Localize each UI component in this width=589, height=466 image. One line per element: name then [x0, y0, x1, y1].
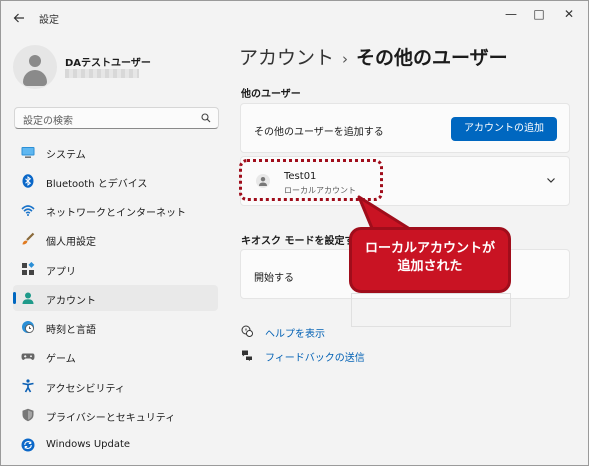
add-user-card: その他のユーザーを追加する アカウントの追加 [240, 103, 570, 153]
sidebar-item-apps[interactable]: アプリ [13, 256, 218, 282]
sidebar-item-accessibility[interactable]: アクセシビリティ [13, 373, 218, 399]
bluetooth-icon [22, 174, 34, 188]
avatar-body [23, 70, 47, 86]
sidebar-item-label: アクセシビリティ [46, 384, 125, 395]
sidebar-item-label: システム [46, 150, 86, 161]
callout-line-1: ローカルアカウントが [364, 241, 495, 256]
user-name: DAテストユーザー [65, 58, 151, 69]
back-button[interactable] [9, 9, 29, 27]
sidebar-item-system[interactable]: システム [13, 139, 218, 165]
sidebar-item-label: Bluetooth とデバイス [46, 179, 148, 190]
chevron-down-icon[interactable] [546, 175, 556, 185]
apps-icon [22, 262, 35, 275]
sidebar-item-label: アプリ [46, 267, 76, 278]
sidebar-item-network[interactable]: ネットワークとインターネット [13, 197, 218, 223]
search-placeholder: 設定の検索 [23, 116, 73, 127]
clock-globe-icon [22, 321, 34, 333]
sidebar-item-personalization[interactable]: 個人用設定 [13, 226, 218, 252]
brush-icon [22, 232, 35, 245]
feedback-icon [242, 350, 252, 361]
breadcrumb: アカウント › その他のユーザー [239, 43, 508, 70]
annotation-highlight-box [239, 159, 383, 201]
title-bar: 設定 — □ ✕ [1, 1, 588, 35]
callout-line-2: 追加された [397, 259, 463, 274]
sidebar-item-bluetooth[interactable]: Bluetooth とデバイス [13, 168, 218, 194]
sidebar-item-time-language[interactable]: 時刻と言語 [13, 314, 218, 340]
sidebar-item-label: プライバシーとセキュリティ [46, 413, 176, 424]
sidebar-item-privacy-security[interactable]: プライバシーとセキュリティ [13, 402, 218, 428]
sidebar-item-label: 時刻と言語 [46, 325, 96, 336]
kiosk-section-title: キオスク モードを設定する [241, 236, 365, 247]
gamepad-icon [21, 353, 35, 360]
add-account-button[interactable]: アカウントの追加 [451, 117, 557, 141]
accessibility-icon [22, 379, 34, 393]
annotation-callout: ローカルアカウントが 追加された [349, 227, 511, 293]
sidebar-item-label: ネットワークとインターネット [46, 208, 186, 219]
selected-indicator [13, 292, 16, 304]
kiosk-button-outline [351, 293, 511, 327]
page-title: その他のユーザー [356, 47, 508, 69]
sidebar-item-label: 個人用設定 [46, 237, 96, 248]
avatar-head [29, 55, 41, 67]
settings-window: 設定 — □ ✕ DAテストユーザー 設定の検索 システム Bluetooth … [0, 0, 589, 466]
wifi-icon [21, 205, 35, 216]
app-title: 設定 [39, 15, 59, 26]
back-arrow-icon [13, 13, 24, 23]
search-input[interactable]: 設定の検索 [14, 107, 219, 129]
kiosk-start-label: 開始する [254, 273, 294, 284]
help-icon [241, 325, 253, 337]
breadcrumb-parent[interactable]: アカウント [239, 47, 334, 69]
sidebar-item-gaming[interactable]: ゲーム [13, 343, 218, 369]
user-avatar[interactable] [13, 45, 57, 89]
shield-icon [22, 408, 34, 422]
sidebar-item-label: ゲーム [46, 354, 76, 365]
sidebar-item-label: アカウント [46, 296, 96, 307]
maximize-button[interactable]: □ [523, 5, 555, 23]
add-user-label: その他のユーザーを追加する [254, 127, 384, 138]
search-icon [201, 113, 211, 123]
sidebar-item-label: Windows Update [46, 439, 131, 450]
windows-update-icon [21, 438, 35, 452]
person-icon [22, 292, 34, 304]
help-link[interactable]: ヘルプを表示 [265, 325, 325, 340]
close-button[interactable]: ✕ [553, 5, 585, 23]
breadcrumb-separator: › [342, 50, 349, 68]
user-email-redacted [65, 69, 139, 78]
sidebar-item-accounts[interactable]: アカウント [13, 285, 218, 311]
feedback-link[interactable]: フィードバックの送信 [265, 349, 365, 364]
monitor-icon [21, 147, 35, 158]
sidebar-item-windows-update[interactable]: Windows Update [13, 432, 218, 458]
other-users-section-title: 他のユーザー [241, 89, 301, 100]
